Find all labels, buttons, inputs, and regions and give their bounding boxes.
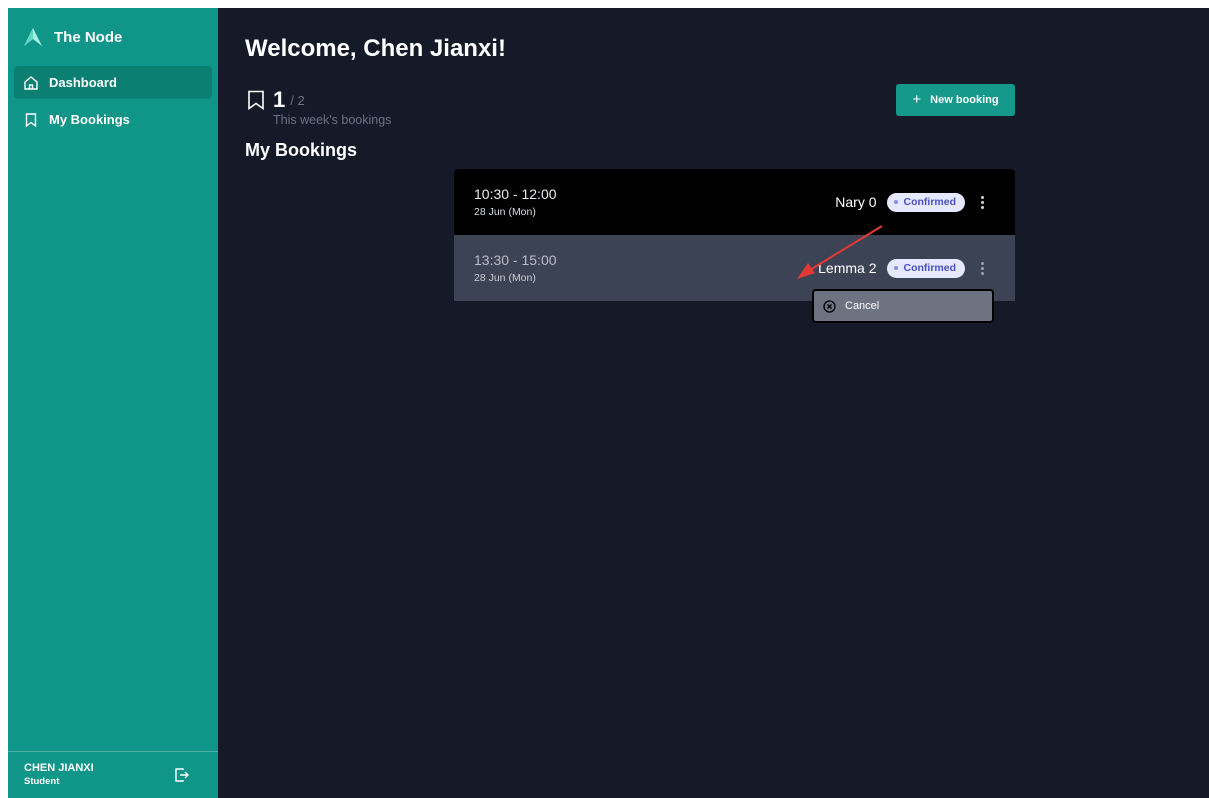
- booking-time: 13:30 - 15:00: [474, 252, 557, 268]
- status-badge: Confirmed: [886, 258, 965, 278]
- bookmark-icon: [248, 90, 264, 110]
- app-frame: The Node Dashboard My Bookings CHEN JIAN…: [8, 8, 1209, 798]
- logout-icon[interactable]: [174, 767, 190, 783]
- brand[interactable]: The Node: [8, 18, 218, 56]
- more-options-icon[interactable]: [973, 261, 991, 276]
- user-name: CHEN JIANXI: [24, 762, 94, 774]
- a-logo-icon: [22, 26, 54, 48]
- user-role: Student: [24, 776, 60, 787]
- sidebar-item-label: Dashboard: [49, 75, 117, 90]
- plus-icon: +: [912, 91, 922, 108]
- status-dot-icon: [893, 266, 898, 270]
- section-title: My Bookings: [245, 140, 358, 160]
- new-booking-label: New booking: [930, 94, 999, 106]
- booking-time: 10:30 - 12:00: [474, 186, 557, 202]
- booking-date: 28 Jun (Mon): [474, 206, 536, 218]
- booking-row[interactable]: 10:30 - 12:00 28 Jun (Mon) Nary 0 Confir…: [454, 169, 1015, 235]
- home-icon: [23, 75, 39, 91]
- bookmark-icon: [23, 112, 39, 128]
- status-dot-icon: [893, 200, 898, 204]
- stat-caption: This week's bookings: [273, 113, 392, 127]
- sidebar-item-label: My Bookings: [49, 112, 130, 127]
- booking-options-menu: Cancel: [812, 289, 994, 323]
- more-options-icon[interactable]: [973, 195, 991, 210]
- cancel-circle-icon: [823, 299, 836, 313]
- sidebar-item-my-bookings[interactable]: My Bookings: [14, 103, 212, 136]
- booking-room: Nary 0: [835, 194, 877, 210]
- weekly-bookings-stat: 1 / 2 This week's bookings: [247, 84, 391, 127]
- new-booking-button[interactable]: + New booking: [896, 84, 1015, 116]
- user-panel: CHEN JIANXI Student: [8, 751, 218, 798]
- sidebar: The Node Dashboard My Bookings CHEN JIAN…: [8, 8, 218, 798]
- booking-room: Lemma 2: [818, 260, 877, 276]
- status-badge: Confirmed: [886, 192, 965, 212]
- sidebar-nav: Dashboard My Bookings: [8, 66, 218, 136]
- main-content: Welcome, Chen Jianxi! 1 / 2 This week's …: [218, 8, 1209, 798]
- cancel-menu-item[interactable]: Cancel: [814, 291, 992, 321]
- sidebar-item-dashboard[interactable]: Dashboard: [14, 66, 212, 99]
- status-label: Confirmed: [903, 196, 957, 208]
- booking-date: 28 Jun (Mon): [474, 272, 536, 284]
- booking-list: 10:30 - 12:00 28 Jun (Mon) Nary 0 Confir…: [454, 169, 1015, 301]
- cancel-label: Cancel: [845, 300, 880, 312]
- page-title: Welcome, Chen Jianxi!: [245, 35, 506, 62]
- booking-count: 1: [273, 87, 286, 112]
- status-label: Confirmed: [903, 262, 957, 274]
- booking-limit: / 2: [290, 93, 305, 108]
- app-name: The Node: [54, 28, 123, 46]
